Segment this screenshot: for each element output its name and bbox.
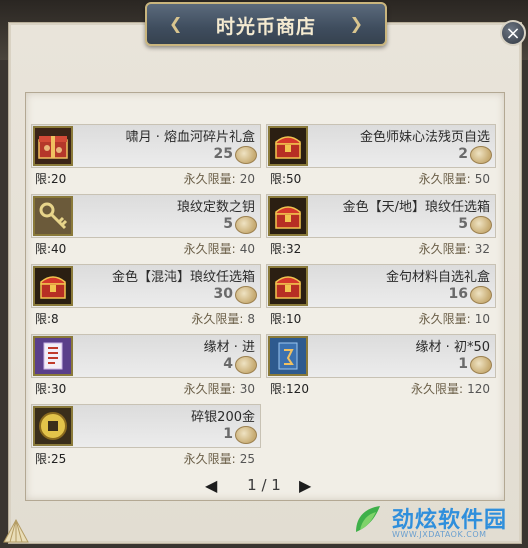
item-permanent-limit: 永久限量: 20: [184, 170, 255, 187]
item-limit: 限:25: [35, 452, 67, 466]
item-permanent-limit: 永久限量: 32: [419, 240, 490, 257]
shop-item-card[interactable]: 金色师妹心法残页自选 2 限:50 永久限量: 50: [266, 124, 496, 187]
watermark: 劲炫软件园 WWW.JXDATAOK.COM: [340, 500, 520, 542]
time-coin-icon: [235, 426, 257, 444]
red-treasure-chest-icon[interactable]: [268, 126, 308, 166]
shop-item-card[interactable]: 缘材 · 初*50 1 限:120 永久限量: 120: [266, 334, 496, 397]
permanent-limit-value: 40: [239, 242, 255, 256]
item-permanent-limit: 永久限量: 50: [419, 170, 490, 187]
red-treasure-chest-icon[interactable]: [33, 266, 73, 306]
item-permanent-limit: 永久限量: 8: [191, 310, 255, 327]
item-permanent-limit: 永久限量: 10: [419, 310, 490, 327]
item-price: 4: [223, 356, 233, 372]
item-permanent-limit: 永久限量: 120: [411, 380, 490, 397]
time-coin-icon: [470, 146, 492, 164]
time-coin-icon: [470, 216, 492, 234]
shop-item-card[interactable]: 啸月 · 熔血河碎片礼盒 25 限:20 永久限量: 20: [31, 124, 261, 187]
permanent-limit-value: 25: [239, 452, 255, 466]
permanent-limit-value: 8: [247, 312, 255, 326]
permanent-limit-value: 10: [474, 312, 490, 326]
item-limit: 限:32: [270, 242, 302, 256]
shop-item-card[interactable]: 金色【混沌】琅纹任选箱 30 限:8 永久限量: 8: [31, 264, 261, 327]
permanent-limit-label: 永久限量:: [183, 242, 236, 256]
title-plate: ❮ ❯ 时光币商店: [145, 2, 387, 46]
item-limit: 限:40: [35, 242, 67, 256]
item-price: 16: [448, 286, 468, 302]
red-treasure-chest-icon[interactable]: [268, 196, 308, 236]
next-page-button[interactable]: ▶: [299, 476, 311, 495]
watermark-logo-icon: [356, 506, 380, 532]
permanent-limit-label: 永久限量:: [191, 312, 244, 326]
purple-scroll-card-icon[interactable]: [33, 336, 73, 376]
permanent-limit-label: 永久限量:: [183, 172, 236, 186]
item-name: 金色【混沌】琅纹任选箱: [111, 270, 255, 285]
item-name: 缘材 · 初*50: [415, 340, 490, 355]
permanent-limit-label: 永久限量:: [183, 382, 236, 396]
shop-item-card[interactable]: 缘材 · 进 4 限:30 永久限量: 30: [31, 334, 261, 397]
shop-item-card[interactable]: 金句材料自选礼盒 16 限:10 永久限量: 10: [266, 264, 496, 327]
item-limit: 限:20: [35, 172, 67, 186]
shop-item-card[interactable]: 碎银200金 1 限:25 永久限量: 25: [31, 404, 261, 467]
item-price: 1: [458, 356, 468, 372]
item-name: 啸月 · 熔血河碎片礼盒: [125, 130, 255, 145]
permanent-limit-value: 50: [474, 172, 490, 186]
item-name: 琅纹定数之钥: [176, 200, 255, 215]
time-coin-icon: [235, 146, 257, 164]
pagination: ◀ 1 / 1 ▶: [25, 474, 503, 498]
item-name: 金色【天/地】琅纹任选箱: [342, 200, 490, 215]
item-limit: 限:50: [270, 172, 302, 186]
item-name: 缘材 · 进: [203, 340, 255, 355]
item-permanent-limit: 永久限量: 30: [184, 380, 255, 397]
fan-ornament-icon: [2, 516, 30, 544]
gold-coin-icon[interactable]: [33, 406, 73, 446]
permanent-limit-value: 30: [239, 382, 255, 396]
red-treasure-chest-icon[interactable]: [268, 266, 308, 306]
item-name: 金句材料自选礼盒: [385, 270, 490, 285]
time-coin-icon: [235, 216, 257, 234]
item-price: 30: [213, 286, 233, 302]
item-permanent-limit: 永久限量: 25: [184, 450, 255, 467]
time-coin-icon: [235, 356, 257, 374]
blue-scroll-card-icon[interactable]: [268, 336, 308, 376]
item-price: 2: [458, 146, 468, 162]
time-coin-icon: [470, 286, 492, 304]
time-coin-icon: [470, 356, 492, 374]
item-limit: 限:30: [35, 382, 67, 396]
item-price: 5: [458, 216, 468, 232]
permanent-limit-label: 永久限量:: [418, 242, 471, 256]
permanent-limit-value: 20: [239, 172, 255, 186]
item-permanent-limit: 永久限量: 40: [184, 240, 255, 257]
permanent-limit-value: 32: [474, 242, 490, 256]
permanent-limit-label: 永久限量:: [411, 382, 464, 396]
item-name: 碎银200金: [191, 410, 255, 425]
close-button[interactable]: ×: [500, 20, 526, 46]
item-limit: 限:120: [270, 382, 309, 396]
watermark-url: WWW.JXDATAOK.COM: [392, 530, 487, 539]
item-price: 25: [213, 146, 233, 162]
shop-item-card[interactable]: 金色【天/地】琅纹任选箱 5 限:32 永久限量: 32: [266, 194, 496, 257]
item-price: 5: [223, 216, 233, 232]
permanent-limit-value: 120: [467, 382, 490, 396]
page-title: 时光币商店: [215, 16, 316, 38]
time-coin-icon: [235, 286, 257, 304]
permanent-limit-label: 永久限量:: [418, 172, 471, 186]
golden-key-icon[interactable]: [33, 196, 73, 236]
item-price: 1: [223, 426, 233, 442]
page-indicator: 1 / 1: [247, 476, 281, 494]
permanent-limit-label: 永久限量:: [183, 452, 236, 466]
permanent-limit-label: 永久限量:: [418, 312, 471, 326]
shop-item-card[interactable]: 琅纹定数之钥 5 限:40 永久限量: 40: [31, 194, 261, 257]
item-name: 金色师妹心法残页自选: [359, 130, 490, 145]
item-limit: 限:8: [35, 312, 59, 326]
red-gift-box-icon[interactable]: [33, 126, 73, 166]
item-limit: 限:10: [270, 312, 302, 326]
